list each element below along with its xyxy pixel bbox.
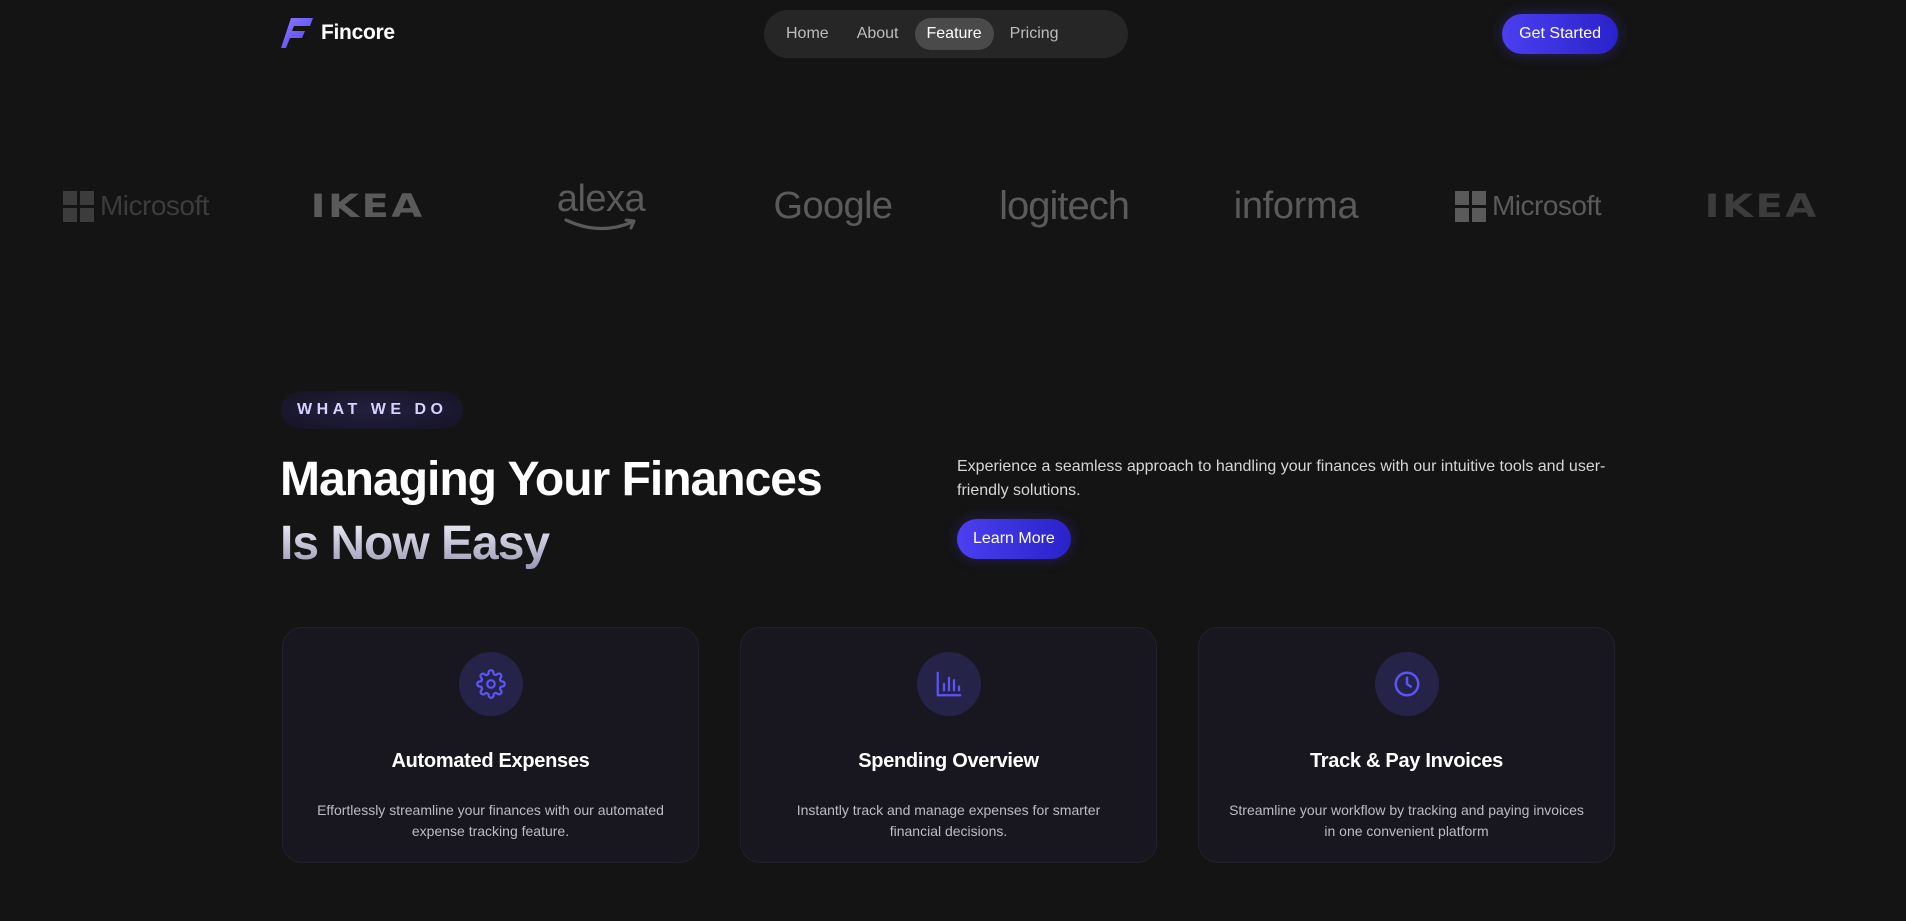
microsoft-logo: Microsoft: [60, 170, 212, 242]
nav-link-feature[interactable]: Feature: [914, 18, 994, 50]
feature-description: Effortlessly streamline your finances wi…: [317, 802, 664, 839]
informa-logo: informa: [1233, 184, 1359, 227]
section-tag: WHAT WE DO: [281, 391, 464, 429]
microsoft-grid-icon: [1454, 190, 1486, 222]
site-logo[interactable]: Fincore: [281, 18, 395, 48]
top-navbar: Fincore Home About Feature Pricing Get S…: [281, 0, 1618, 68]
feature-card: Automated Expenses Effortlessly streamli…: [282, 627, 699, 863]
section-headline: Managing Your Finances Is Now Easy: [280, 448, 823, 576]
main-nav: Home About Feature Pricing: [764, 10, 1128, 58]
alexa-smile-icon: [564, 218, 636, 231]
section-intro: Experience a seamless approach to handli…: [957, 458, 1606, 499]
get-started-button[interactable]: Get Started: [1502, 14, 1618, 54]
feature-description: Instantly track and manage expenses for …: [796, 802, 1101, 839]
ikea-logo: IKEA: [310, 187, 426, 225]
feature-title: Track & Pay Invoices: [1309, 750, 1503, 772]
headline-line-1: Managing Your Finances: [280, 453, 823, 506]
nav-link-about[interactable]: About: [845, 18, 911, 50]
gear-icon: [458, 652, 523, 716]
brand-name: Fincore: [321, 21, 395, 44]
google-logo: Google: [773, 184, 894, 227]
logitech-logo: logitech: [999, 183, 1130, 228]
partner-logo-strip: Microsoft IKEA alexa Google logitech inf…: [0, 170, 1906, 242]
feature-title: Automated Expenses: [391, 750, 590, 772]
feature-card: Track & Pay Invoices Streamline your wor…: [1198, 627, 1615, 863]
clock-icon: [1374, 652, 1439, 716]
feature-cards: Automated Expenses Effortlessly streamli…: [282, 627, 1618, 865]
feature-description: Streamline your workflow by tracking and…: [1229, 802, 1584, 839]
feature-card: Spending Overview Instantly track and ma…: [740, 627, 1157, 863]
bar-chart-icon: [916, 652, 981, 716]
ikea-logo: IKEA: [1704, 187, 1820, 225]
headline-line-2: Is Now Easy: [280, 512, 822, 576]
learn-more-button[interactable]: Learn More: [957, 519, 1071, 559]
feature-title: Spending Overview: [858, 750, 1039, 772]
fincore-logo-icon: [281, 18, 313, 48]
nav-link-home[interactable]: Home: [774, 18, 841, 50]
alexa-logo: alexa: [556, 170, 646, 242]
page: Fincore Home About Feature Pricing Get S…: [0, 0, 1906, 921]
nav-link-pricing[interactable]: Pricing: [998, 18, 1071, 50]
microsoft-logo: Microsoft: [1452, 170, 1604, 242]
microsoft-grid-icon: [62, 190, 94, 222]
